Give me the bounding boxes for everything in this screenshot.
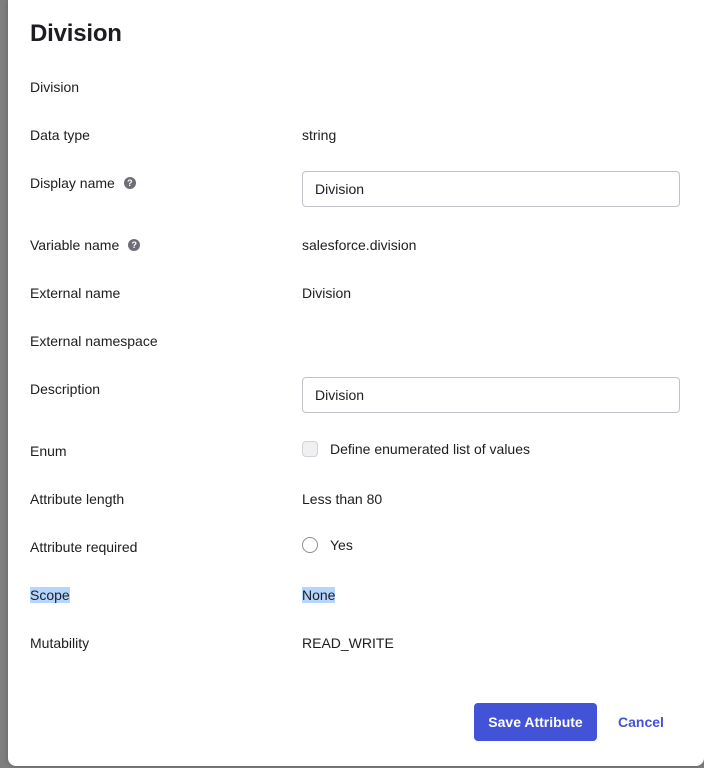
edit-attribute-dialog: Division Division Data type string Displ… [8,0,704,766]
enum-label: Enum [30,443,67,459]
description-label: Description [30,381,101,397]
attribute-length-label: Attribute length [30,491,125,507]
scope-label: Scope [30,587,70,603]
data-type-value: string [302,127,337,143]
variable-name-label: Variable name ? [30,237,141,253]
attribute-required-option: Yes [302,537,353,553]
data-type-label: Data type [30,127,90,143]
external-name-value: Division [302,285,352,301]
enum-option: Define enumerated list of values [302,441,530,457]
cancel-button[interactable]: Cancel [614,703,668,741]
question-circle-icon[interactable]: ? [123,177,136,189]
external-namespace-label: External namespace [30,333,158,349]
attribute-length-value: Less than 80 [302,491,383,507]
dialog-title: Division [30,20,122,47]
scope-value: None [302,587,336,603]
display-name-label: Display name ? [30,175,136,191]
variable-name-value: salesforce.division [302,237,417,253]
save-attribute-button[interactable]: Save Attribute [474,703,597,741]
question-circle-icon[interactable]: ? [128,239,141,251]
display-name-input[interactable] [302,171,680,207]
mutability-label: Mutability [30,635,90,651]
mutability-value: READ_WRITE [302,635,394,651]
attribute-required-checkbox[interactable] [302,537,318,553]
enum-checkbox[interactable] [302,441,318,457]
dialog-subtitle: Division [30,79,80,95]
attribute-required-label: Attribute required [30,539,138,555]
enum-option-label: Define enumerated list of values [330,441,530,457]
attribute-required-option-label: Yes [330,537,353,553]
description-input[interactable] [302,377,680,413]
external-name-label: External name [30,285,121,301]
